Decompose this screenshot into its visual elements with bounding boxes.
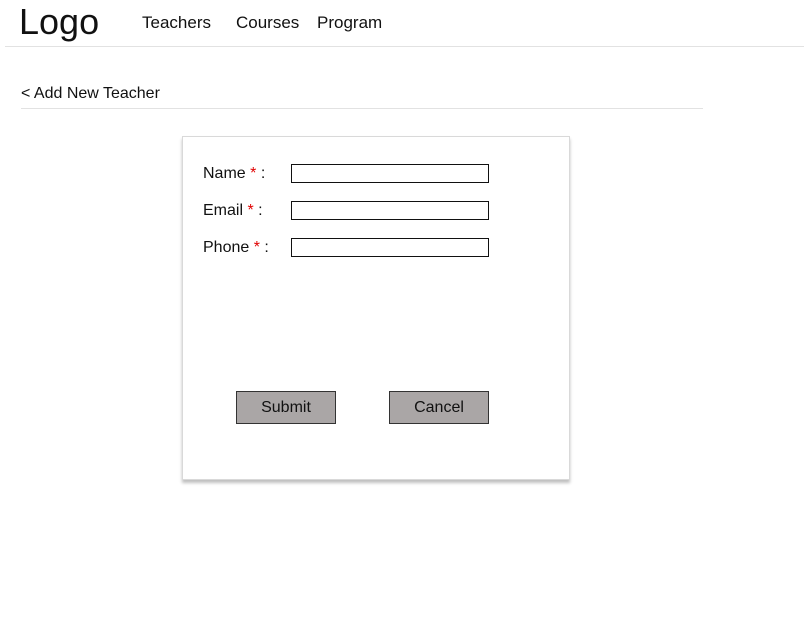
- label-separator: :: [264, 239, 269, 256]
- header-divider: [21, 108, 703, 109]
- label-separator: :: [260, 165, 266, 182]
- email-input[interactable]: [291, 201, 489, 220]
- phone-label: Phone * :: [203, 238, 269, 257]
- email-label: Email * :: [203, 201, 263, 220]
- label-separator: :: [258, 202, 263, 219]
- nav-item-teachers[interactable]: Teachers: [142, 13, 211, 33]
- phone-input[interactable]: [291, 238, 489, 257]
- nav-item-program[interactable]: Program: [317, 13, 382, 33]
- logo: Logo: [19, 1, 100, 42]
- name-input[interactable]: [291, 164, 489, 183]
- required-indicator: *: [247, 202, 254, 219]
- page: Logo Teachers Courses Program < Add New …: [0, 0, 807, 622]
- name-label-text: Name: [203, 165, 246, 182]
- name-label: Name * :: [203, 164, 265, 183]
- email-label-text: Email: [203, 202, 244, 219]
- submit-button[interactable]: Submit: [236, 391, 336, 424]
- phone-label-text: Phone: [203, 239, 250, 256]
- required-indicator: *: [253, 239, 260, 256]
- cancel-button[interactable]: Cancel: [389, 391, 489, 424]
- required-indicator: *: [250, 165, 257, 182]
- top-navigation-bar: Logo Teachers Courses Program: [5, 0, 804, 47]
- nav-item-courses[interactable]: Courses: [236, 13, 299, 33]
- back-link-add-new-teacher[interactable]: < Add New Teacher: [21, 84, 160, 103]
- add-teacher-form-card: Name * : Email * : Phone * : Submit Canc…: [182, 136, 570, 480]
